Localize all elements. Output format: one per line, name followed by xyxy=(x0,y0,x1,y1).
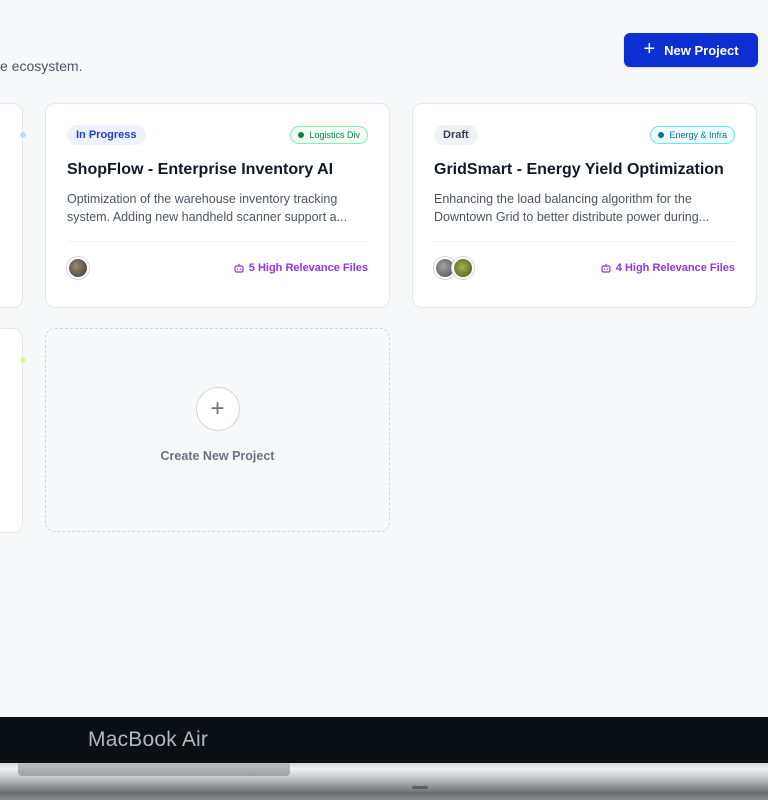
page-subtitle: e ecosystem. xyxy=(0,58,83,74)
divider xyxy=(434,241,735,242)
dot-icon xyxy=(298,132,305,138)
files-count-label: 4 High Relevance Files xyxy=(615,262,735,274)
department-tag: Energy & Infra xyxy=(650,126,735,144)
description-line: Downtown Grid to better distribute power… xyxy=(434,210,710,224)
robot-icon xyxy=(601,263,611,273)
department-label: Energy & Infra xyxy=(669,130,727,140)
status-indicator xyxy=(20,132,26,138)
new-project-button[interactable]: + New Project xyxy=(624,33,758,67)
plus-icon: + xyxy=(195,387,240,431)
card-header: In Progress Logistics Div xyxy=(67,124,368,146)
avatar xyxy=(67,257,89,279)
device-label: MacBook Air xyxy=(88,728,209,751)
laptop-bezel: MacBook Air xyxy=(0,717,768,763)
project-description: Optimization of the warehouse inventory … xyxy=(67,190,368,226)
avatar-group xyxy=(67,257,89,279)
description-line: Optimization of the warehouse inventory … xyxy=(67,192,338,206)
laptop-notch xyxy=(412,786,428,789)
relevance-files-link[interactable]: 4 High Relevance Files xyxy=(601,262,735,274)
card-footer: 5 High Relevance Files xyxy=(67,257,368,279)
divider xyxy=(67,241,368,242)
files-count-label: 5 High Relevance Files xyxy=(248,262,368,274)
avatar xyxy=(452,257,474,279)
department-tag: Logistics Div xyxy=(290,126,368,144)
project-card[interactable]: In Progress Logistics Div ShopFlow - Ent… xyxy=(45,103,390,308)
status-badge: Draft xyxy=(434,125,478,145)
project-description: Enhancing the load balancing algorithm f… xyxy=(434,190,735,226)
project-card[interactable]: Draft Energy & Infra GridSmart - Energy … xyxy=(412,103,757,308)
robot-icon xyxy=(234,263,244,273)
status-badge: In Progress xyxy=(67,125,146,145)
card-header: Draft Energy & Infra xyxy=(434,124,735,146)
avatar-group xyxy=(434,257,474,279)
plus-icon: + xyxy=(643,38,656,60)
dot-icon xyxy=(658,132,665,138)
project-card-partial[interactable] xyxy=(0,103,26,308)
description-line: Enhancing the load balancing algorithm f… xyxy=(434,192,692,206)
new-project-label: New Project xyxy=(664,42,739,58)
project-title: GridSmart - Energy Yield Optimization xyxy=(434,161,724,178)
relevance-files-link[interactable]: 5 High Relevance Files xyxy=(234,262,368,274)
project-card-partial[interactable] xyxy=(0,328,26,533)
create-new-project-label: Create New Project xyxy=(160,449,275,463)
card-footer: 4 High Relevance Files xyxy=(434,257,735,279)
status-indicator xyxy=(20,357,26,363)
project-title: ShopFlow - Enterprise Inventory AI xyxy=(67,161,334,178)
create-new-project-card[interactable]: + Create New Project xyxy=(45,328,390,532)
description-line: system. Adding new handheld scanner supp… xyxy=(67,210,348,224)
department-label: Logistics Div xyxy=(309,130,360,140)
app-screen: e ecosystem. + New Project In Progress L… xyxy=(0,0,768,717)
laptop-hinge xyxy=(18,763,290,776)
